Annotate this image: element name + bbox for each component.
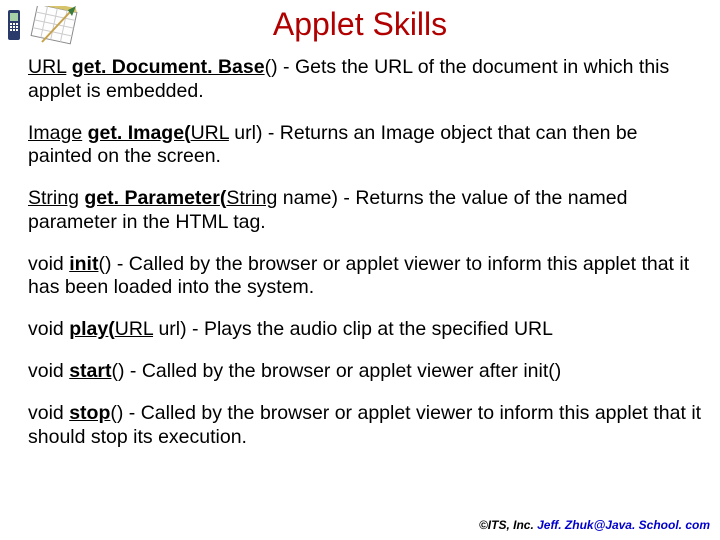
logo-image bbox=[6, 6, 78, 51]
list-item: void stop() - Called by the browser or a… bbox=[28, 402, 702, 450]
list-item: void init() - Called by the browser or a… bbox=[28, 253, 702, 301]
method-name: get. Document. Base bbox=[72, 56, 265, 78]
return-type: void bbox=[28, 402, 64, 424]
list-item: String get. Parameter(String name) - Ret… bbox=[28, 187, 702, 235]
method-name: stop bbox=[69, 402, 110, 424]
method-desc: - Called by the browser or applet viewer… bbox=[124, 360, 561, 382]
list-item: Image get. Image(URL url) - Returns an I… bbox=[28, 122, 702, 170]
return-type: void bbox=[28, 253, 64, 275]
param-type: URL bbox=[115, 318, 153, 340]
method-name: init bbox=[69, 253, 98, 275]
param-type: URL bbox=[191, 122, 229, 144]
method-name: get. Image bbox=[88, 122, 184, 144]
method-list: URL get. Document. Base() - Gets the URL… bbox=[28, 56, 702, 467]
list-item: URL get. Document. Base() - Gets the URL… bbox=[28, 56, 702, 104]
list-item: void start() - Called by the browser or … bbox=[28, 360, 702, 384]
method-name: play bbox=[69, 318, 108, 340]
method-name: get. Parameter bbox=[84, 187, 219, 209]
param-type: String bbox=[226, 187, 277, 209]
method-desc: - Called by the browser or applet viewer… bbox=[28, 402, 701, 448]
return-type: URL bbox=[28, 56, 66, 78]
return-type: Image bbox=[28, 122, 82, 144]
list-item: void play(URL url) - Plays the audio cli… bbox=[28, 318, 702, 342]
return-type: String bbox=[28, 187, 79, 209]
method-desc: - Plays the audio clip at the specified … bbox=[187, 318, 553, 340]
copyright-text: ©ITS, Inc. bbox=[479, 518, 537, 532]
return-type: void bbox=[28, 318, 64, 340]
return-type: void bbox=[28, 360, 64, 382]
method-desc: - Called by the browser or applet viewer… bbox=[28, 253, 689, 299]
slide-title: Applet Skills bbox=[0, 0, 720, 43]
footer: ©ITS, Inc. Jeff. Zhuk@Java. School. com bbox=[479, 518, 710, 532]
method-name: start bbox=[69, 360, 111, 382]
footer-email: Jeff. Zhuk@Java. School. com bbox=[537, 518, 710, 532]
